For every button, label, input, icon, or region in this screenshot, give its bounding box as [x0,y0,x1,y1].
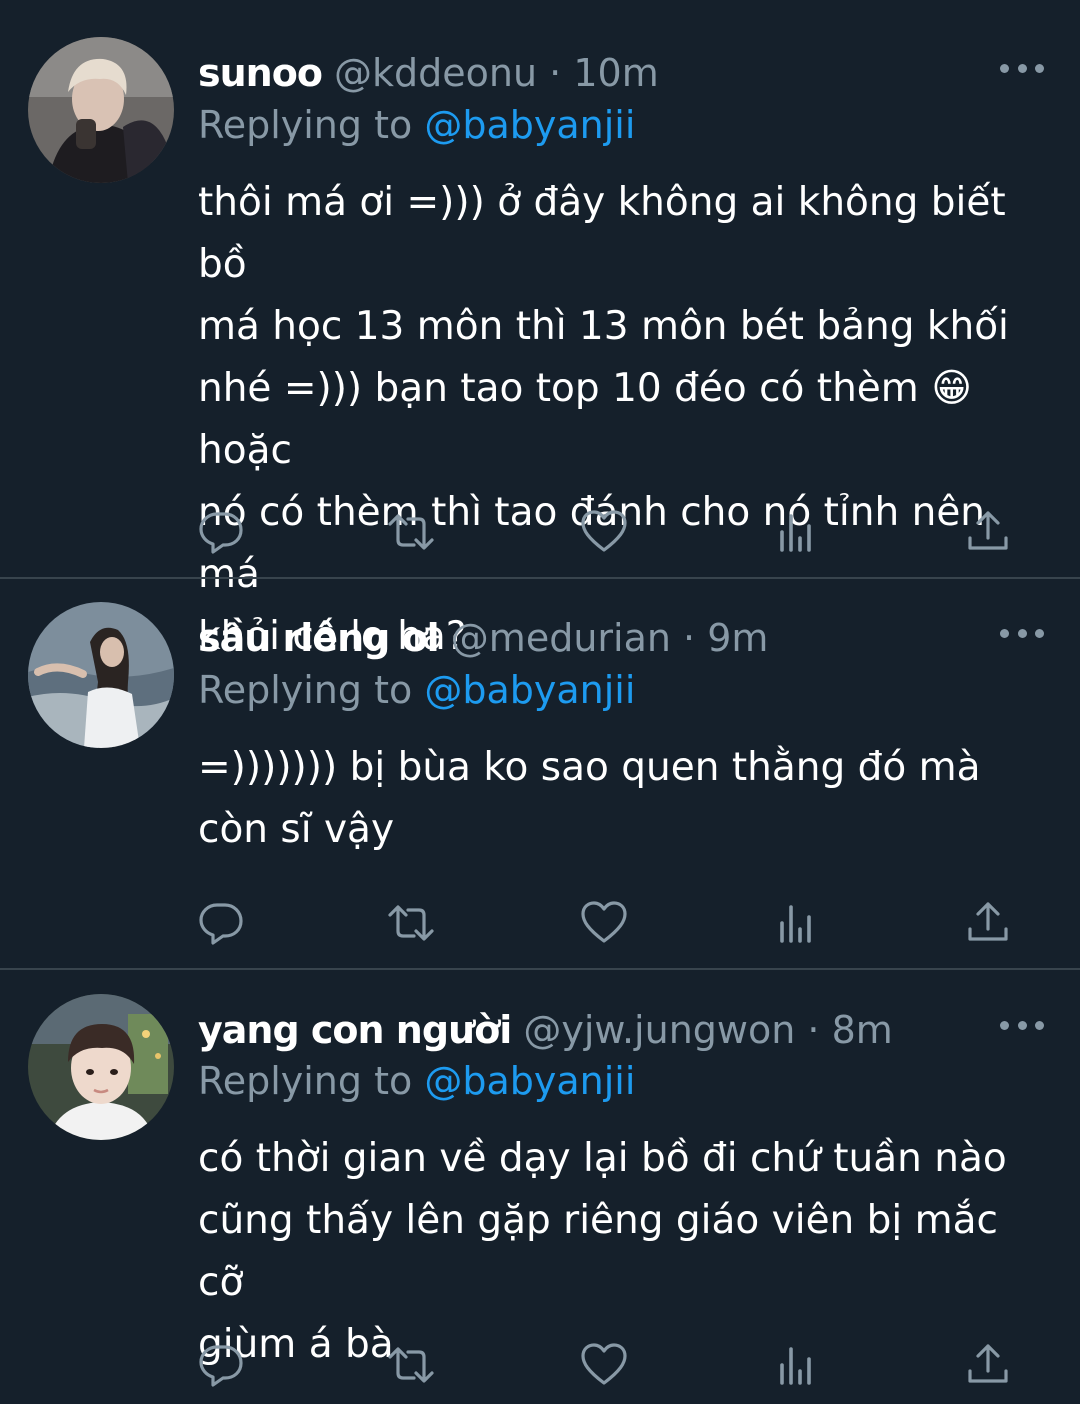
retweet-icon[interactable] [387,508,435,556]
timestamp[interactable]: 8m [832,1008,893,1052]
separator-dot: · [683,616,696,660]
share-icon[interactable] [964,899,1012,947]
retweet-icon[interactable] [387,899,435,947]
more-dot [1000,63,1009,73]
views-icon[interactable] [772,899,820,947]
replying-to: Replying to @babyanjii [198,1056,635,1106]
more-dot [1035,1020,1044,1030]
avatar-image [28,37,174,183]
separator-dot: · [807,1008,820,1052]
more-icon[interactable] [1000,1015,1044,1035]
more-dot [1017,628,1027,638]
more-dot [1035,63,1044,73]
replying-to: Replying to @babyanjii [198,100,635,150]
timestamp[interactable]: 9m [707,616,768,660]
avatar-image [28,994,174,1140]
views-icon[interactable] [772,1341,820,1389]
user-handle[interactable]: @yjw.jungwon [523,1008,795,1052]
avatar-image [28,602,174,748]
replying-to: Replying to @babyanjii [198,665,635,715]
user-handle[interactable]: @kddeonu [334,51,537,95]
mention-link[interactable]: @babyanjii [424,668,635,712]
action-bar [0,1341,1080,1391]
heart-icon[interactable] [580,508,628,556]
user-handle[interactable]: @medurian [451,616,671,660]
tweet-header: sunoo @kddeonu · 10m [198,43,659,103]
tweet-header: yang con người @yjw.jungwon · 8m [198,1000,893,1060]
display-name[interactable]: sunoo [198,51,323,95]
tweet[interactable]: sunoo @kddeonu · 10m Replying to @babyan… [0,0,1080,659]
more-dot [1000,628,1009,638]
heart-icon[interactable] [580,1341,628,1389]
more-dot [1000,1020,1009,1030]
heart-icon[interactable] [580,899,628,947]
views-icon[interactable] [772,508,820,556]
more-dot [1017,1020,1027,1030]
mention-link[interactable]: @babyanjii [424,1059,635,1103]
more-icon[interactable] [1000,58,1044,78]
reply-icon[interactable] [197,508,245,556]
avatar[interactable] [28,37,174,183]
replying-prefix: Replying to [198,1059,413,1103]
grinning-emoji: 😁 [931,366,972,411]
more-dot [1035,628,1044,638]
separator-dot: · [549,51,562,95]
tweet-header: sầu riêng ơi @medurian · 9m [198,608,768,668]
replying-prefix: Replying to [198,103,413,147]
tweet-text-part: thôi má ơi =))) ở đây không ai không biế… [198,180,1009,411]
more-icon[interactable] [1000,623,1044,643]
share-icon[interactable] [964,508,1012,556]
retweet-icon[interactable] [387,1341,435,1389]
avatar[interactable] [28,602,174,748]
timestamp[interactable]: 10m [573,51,658,95]
action-bar [0,508,1080,558]
tweet-text: =))))))) bị bùa ko sao quen thằng đó mà … [198,745,981,852]
tweet[interactable]: yang con người @yjw.jungwon · 8m Replyin… [0,970,1080,1404]
mention-link[interactable]: @babyanjii [424,103,635,147]
more-dot [1017,63,1027,73]
avatar[interactable] [28,994,174,1140]
display-name[interactable]: sầu riêng ơi [198,616,440,660]
replying-prefix: Replying to [198,668,413,712]
reply-icon[interactable] [197,1341,245,1389]
share-icon[interactable] [964,1341,1012,1389]
action-bar [0,899,1080,949]
tweet-text: có thời gian về dạy lại bồ đi chứ tuần n… [198,1136,1007,1367]
tweet[interactable]: sầu riêng ơi @medurian · 9m Replying to … [0,579,1080,968]
reply-icon[interactable] [197,899,245,947]
display-name[interactable]: yang con người [198,1008,512,1052]
